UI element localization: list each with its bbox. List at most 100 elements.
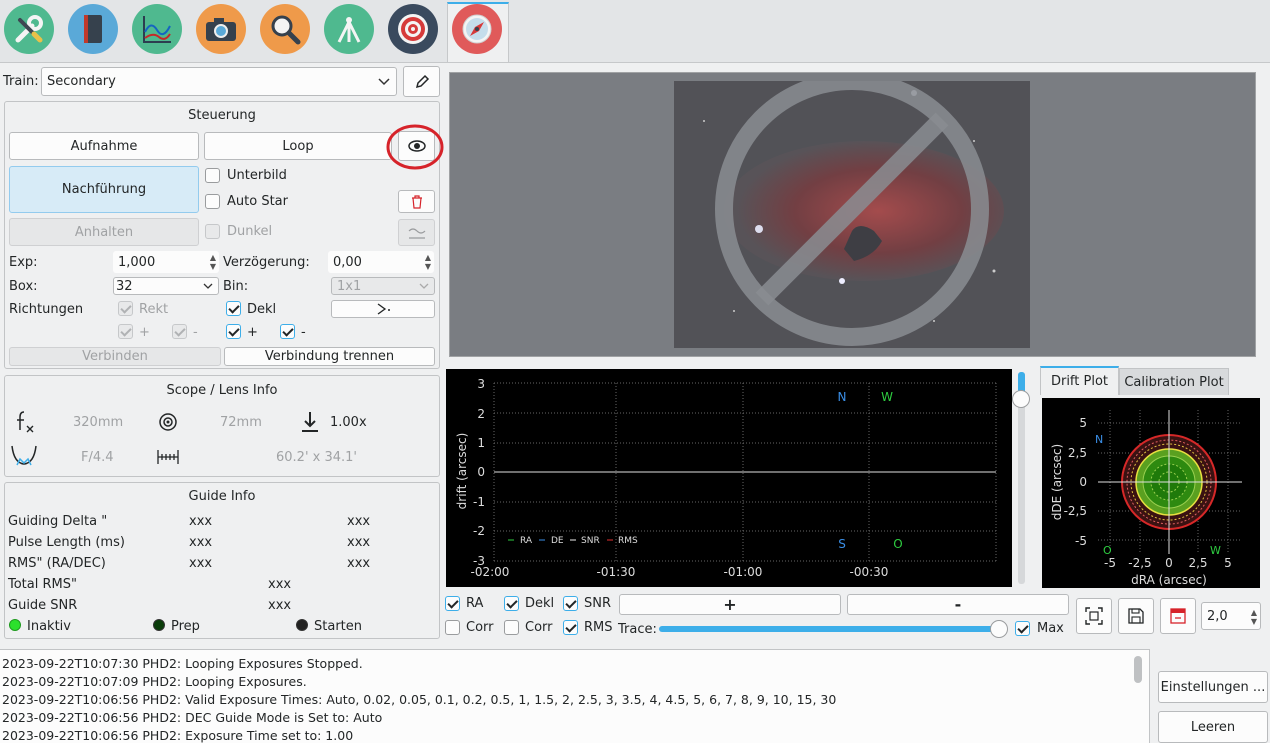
drift-ytick: 0	[477, 465, 485, 479]
dec-checkbox[interactable]	[226, 301, 241, 316]
tab-analyze[interactable]	[132, 4, 182, 54]
field-of-view-value: 60.2' x 34.1'	[276, 450, 357, 465]
bin-select[interactable]: 1x1	[331, 277, 435, 295]
train-select[interactable]: Secondary	[41, 67, 397, 96]
status-start-led-icon	[296, 619, 308, 631]
dec-plus-checkbox[interactable]	[226, 324, 241, 339]
capture-button[interactable]: Aufnahme	[9, 132, 199, 160]
save-plot-button[interactable]	[1118, 598, 1154, 634]
scatter-xtick: 5	[1224, 556, 1232, 570]
bin-value: 1x1	[337, 278, 362, 294]
max-checkbox[interactable]	[1015, 621, 1030, 636]
zoom-out-button[interactable]: -	[847, 594, 1069, 615]
delay-spinbox[interactable]: 0,00 ▲ ▼	[328, 251, 434, 273]
scatter-ytick: -2,5	[1064, 504, 1087, 518]
pulse-length-dec: xxx	[347, 535, 371, 550]
tab-setup[interactable]	[4, 4, 54, 54]
ra-checkbox[interactable]	[118, 301, 133, 316]
dec-minus-checkbox[interactable]	[280, 324, 295, 339]
drift-graph[interactable]: drift (arcsec) 3 2 1 0 -1 -2 -3 -02:00 -…	[446, 369, 1012, 587]
ra-plus-label: +	[139, 325, 150, 340]
loop-button[interactable]: Loop	[204, 132, 392, 160]
exposure-value: 1,000	[118, 254, 156, 270]
scatter-plot[interactable]: dDE (arcsec) 5 2,5 0 -2,5 -5 -5 -2,5 0 2…	[1042, 398, 1260, 588]
status-prep-led-icon	[153, 619, 165, 631]
compass-south: S	[838, 537, 846, 551]
subframe-checkbox[interactable]	[205, 168, 220, 183]
guiding-delta-ra: xxx	[189, 514, 213, 529]
spin-arrows-icon: ▲ ▼	[1250, 608, 1257, 626]
trace-slider-track[interactable]	[659, 626, 1001, 632]
scatter-north: N	[1095, 433, 1103, 446]
ra-series-checkbox[interactable]	[445, 596, 460, 611]
ra-corr-label: Corr	[466, 620, 494, 635]
rms-series-checkbox[interactable]	[563, 620, 578, 635]
magnifier-icon	[271, 15, 301, 45]
box-select[interactable]: 32	[113, 277, 219, 295]
scatter-ytick: -5	[1075, 534, 1087, 548]
delay-label: Verzögerung:	[223, 255, 310, 270]
exposure-spinbox[interactable]: 1,000 ▲ ▼	[113, 251, 219, 273]
tab-focus[interactable]	[260, 4, 310, 54]
focal-ratio-icon	[11, 445, 37, 466]
chevron-down-icon	[419, 283, 429, 289]
pulse-length-label: Pulse Length (ms)	[8, 535, 125, 550]
dark-frame-button[interactable]	[398, 219, 435, 246]
pencil-icon	[415, 74, 429, 88]
dekl-series-label: Dekl	[525, 596, 555, 611]
dekl-series-checkbox[interactable]	[504, 596, 519, 611]
clear-star-button[interactable]	[398, 190, 435, 213]
log-scrollbar-handle[interactable]	[1134, 656, 1142, 683]
dec-minus-label: -	[301, 325, 306, 340]
drift-ytick: 1	[477, 436, 485, 450]
clear-plot-button[interactable]	[1160, 598, 1196, 634]
target-icon	[398, 14, 428, 44]
drift-xtick: -01:00	[724, 565, 763, 579]
drift-xtick: -00:30	[850, 565, 889, 579]
dark-frame-icon	[408, 227, 425, 239]
ra-minus-checkbox[interactable]	[172, 324, 187, 339]
log-settings-button[interactable]: Einstellungen ...	[1158, 671, 1268, 703]
ra-plus-checkbox[interactable]	[118, 324, 133, 339]
dark-checkbox[interactable]	[205, 224, 220, 239]
stop-button[interactable]: Anhalten	[9, 218, 199, 246]
spin-arrows-icon: ▲ ▼	[209, 253, 216, 271]
ra-corr-checkbox[interactable]	[445, 620, 460, 635]
drift-ylabel: drift (arcsec)	[455, 433, 469, 510]
guiding-delta-dec: xxx	[347, 514, 371, 529]
zoom-in-button[interactable]: +	[619, 594, 841, 615]
log-output[interactable]: 2023-09-22T10:07:30 PHD2: Looping Exposu…	[0, 649, 1150, 743]
drift-xtick: -02:00	[471, 565, 510, 579]
plot-zoom-spinbox[interactable]: 2,0 ▲ ▼	[1201, 602, 1261, 630]
log-clear-button[interactable]: Leeren	[1158, 711, 1268, 743]
guide-button[interactable]: Nachführung	[9, 166, 199, 213]
snr-series-checkbox[interactable]	[563, 596, 578, 611]
dec-corr-checkbox[interactable]	[504, 620, 519, 635]
autoscale-button[interactable]	[1076, 598, 1112, 634]
disconnect-button[interactable]: Verbindung trennen	[224, 347, 435, 366]
autostar-checkbox[interactable]	[205, 194, 220, 209]
scatter-xtick: 0	[1165, 556, 1173, 570]
zoom-slider-handle[interactable]	[1012, 390, 1030, 408]
dec-mode-button[interactable]	[331, 300, 435, 318]
clear-calendar-icon	[1170, 608, 1186, 624]
reducer-arrow-icon	[302, 412, 318, 432]
box-label: Box:	[9, 279, 38, 294]
log-line: 2023-09-22T10:06:56 PHD2: DEC Guide Mode…	[2, 710, 383, 725]
scatter-east: O	[1103, 544, 1112, 557]
connect-button[interactable]: Verbinden	[9, 347, 221, 366]
tab-drift-plot[interactable]: Drift Plot	[1040, 366, 1119, 395]
tab-calibration-plot[interactable]: Calibration Plot	[1119, 368, 1229, 395]
edit-train-button[interactable]	[403, 66, 440, 97]
trace-slider-handle[interactable]	[990, 620, 1008, 638]
tab-ekos-manager[interactable]	[68, 4, 118, 54]
guiding-delta-label: Guiding Delta "	[8, 514, 108, 529]
guide-snr-value: xxx	[268, 598, 292, 613]
plot-zoom-value: 2,0	[1207, 608, 1228, 624]
max-label: Max	[1037, 621, 1064, 636]
directions-label: Richtungen	[9, 302, 84, 317]
tab-guide[interactable]	[452, 4, 502, 54]
tab-align[interactable]	[388, 4, 438, 54]
tab-capture[interactable]	[196, 4, 246, 54]
tab-mount[interactable]	[324, 4, 374, 54]
